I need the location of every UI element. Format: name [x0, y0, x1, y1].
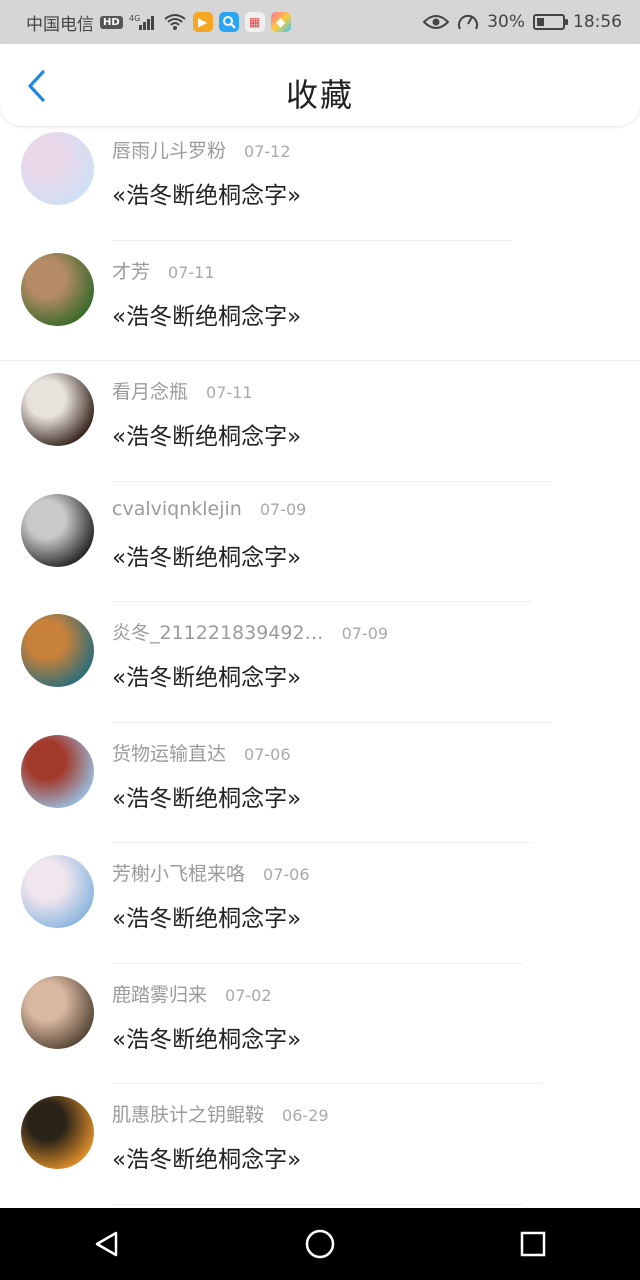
item-meta: 炎冬_211221839492… 07-09: [112, 618, 388, 645]
nav-home-button[interactable]: [290, 1214, 350, 1274]
item-title[interactable]: «浩冬断绝桐念字»: [112, 899, 301, 933]
item-meta: 肌惠肤计之钥鲲鞍 06-29: [112, 1100, 329, 1127]
item-title[interactable]: «浩冬断绝桐念字»: [112, 1140, 301, 1174]
item-username[interactable]: 看月念瓶: [112, 377, 188, 404]
item-username[interactable]: 唇雨儿斗罗粉: [112, 136, 226, 163]
cartoon-bear-avatar[interactable]: [21, 614, 94, 687]
item-meta: 芳榭小飞棍来咯 07-06: [112, 859, 310, 886]
header: 收藏: [0, 44, 640, 126]
item-title[interactable]: «浩冬断绝桐念字»: [112, 658, 301, 692]
search-app-icon: [218, 12, 239, 32]
carrier-label: 中国电信: [26, 14, 94, 35]
calendar-app-icon: ▦: [244, 12, 265, 32]
truck-photo-avatar[interactable]: [21, 734, 94, 808]
item-date: 07-09: [341, 624, 389, 643]
battery-percent: 30%: [487, 12, 525, 32]
network-type-label: 4G: [129, 14, 140, 23]
battery-level-fill: [537, 18, 544, 26]
circle-home-icon: [305, 1229, 335, 1259]
item-meta: cvalviqnklejin 07-09: [112, 498, 306, 520]
anime-character-avatar[interactable]: [21, 855, 94, 928]
item-date: 07-06: [263, 865, 310, 884]
speedometer-icon: [457, 12, 479, 32]
tiger-photo-avatar[interactable]: [21, 1096, 94, 1169]
list-item[interactable]: 炎冬_211221839492… 07-09 «浩冬断绝桐念字»: [0, 602, 640, 723]
item-meta: 才芳 07-11: [112, 257, 215, 284]
store-app-icon: ◆: [270, 12, 291, 32]
video-app-icon: ▶: [192, 12, 213, 32]
item-username[interactable]: 炎冬_211221839492…: [112, 618, 324, 645]
children-photo-avatar[interactable]: [21, 252, 94, 326]
item-date: 07-12: [244, 142, 291, 161]
list-item[interactable]: 芳榭小飞棍来咯 07-06 «浩冬断绝桐念字»: [0, 843, 640, 964]
item-title[interactable]: «浩冬断绝桐念字»: [112, 779, 301, 813]
square-recents-icon: [521, 1231, 546, 1257]
item-date: 07-11: [206, 383, 253, 402]
item-title[interactable]: «浩冬断绝桐念字»: [112, 297, 301, 331]
item-title[interactable]: «浩冬断绝桐念字»: [112, 1020, 301, 1054]
page-title: 收藏: [285, 76, 354, 114]
item-meta: 看月念瓶 07-11: [112, 377, 253, 404]
item-username[interactable]: cvalviqnklejin: [112, 498, 242, 520]
item-date: 07-02: [225, 985, 272, 1005]
item-username[interactable]: 芳榭小飞棍来咯: [112, 859, 245, 886]
item-date: 07-09: [259, 499, 307, 519]
list-item[interactable]: 才芳 07-11 «浩冬断绝桐念字»: [0, 241, 640, 361]
item-date: 06-29: [282, 1106, 329, 1125]
item-date: 07-11: [168, 262, 215, 282]
nav-recents-button[interactable]: [503, 1214, 563, 1274]
girl-photo-avatar[interactable]: [21, 975, 94, 1049]
anime-girl-avatar[interactable]: [21, 132, 94, 205]
list-item[interactable]: 肌惠肤计之钥鲲鞍 06-29 «浩冬断绝桐念字»: [0, 1084, 640, 1205]
item-username[interactable]: 肌惠肤计之钥鲲鞍: [112, 1100, 264, 1127]
signal-icon: 4G: [129, 13, 157, 31]
wifi-icon: [163, 13, 187, 31]
item-title[interactable]: «浩冬断绝桐念字»: [112, 538, 301, 572]
nav-back-button[interactable]: [77, 1214, 137, 1274]
triangle-back-icon: [95, 1231, 117, 1257]
item-username[interactable]: 鹿踏雾归来: [112, 980, 207, 1007]
list-item[interactable]: 看月念瓶 07-11 «浩冬断绝桐念字»: [0, 361, 640, 482]
eye-icon: [423, 14, 450, 30]
hd-badge: HD: [100, 15, 123, 29]
item-meta: 货物运输直达 07-06: [112, 739, 291, 766]
item-meta: 鹿踏雾归来 07-02: [112, 980, 272, 1007]
woman-portrait-avatar[interactable]: [21, 493, 94, 567]
child-photo-avatar[interactable]: [21, 373, 94, 446]
item-username[interactable]: 才芳: [112, 257, 150, 284]
item-title[interactable]: «浩冬断绝桐念字»: [112, 417, 301, 451]
status-bar: 中国电信 HD 4G ▶ ▦ ◆ 30% 18:56: [0, 0, 640, 44]
item-username[interactable]: 货物运输直达: [112, 739, 226, 766]
item-title[interactable]: «浩冬断绝桐念字»: [112, 176, 301, 210]
list-item[interactable]: 鹿踏雾归来 07-02 «浩冬断绝桐念字»: [0, 964, 640, 1084]
favorites-list[interactable]: 唇雨儿斗罗粉 07-12 «浩冬断绝桐念字» 才芳 07-11 «浩冬断绝桐念字» 看月念瓶…: [0, 126, 640, 1208]
battery-icon: [533, 14, 568, 30]
clock: 18:56: [573, 12, 622, 32]
list-item[interactable]: 唇雨儿斗罗粉 07-12 «浩冬断绝桐念字»: [0, 126, 640, 241]
list-item[interactable]: cvalviqnklejin 07-09 «浩冬断绝桐念字»: [0, 482, 640, 602]
divider: [112, 1203, 522, 1205]
item-meta: 唇雨儿斗罗粉 07-12: [112, 136, 291, 163]
item-date: 07-06: [244, 744, 291, 764]
navigation-bar: [0, 1208, 640, 1280]
list-item[interactable]: 货物运输直达 07-06 «浩冬断绝桐念字»: [0, 723, 640, 843]
